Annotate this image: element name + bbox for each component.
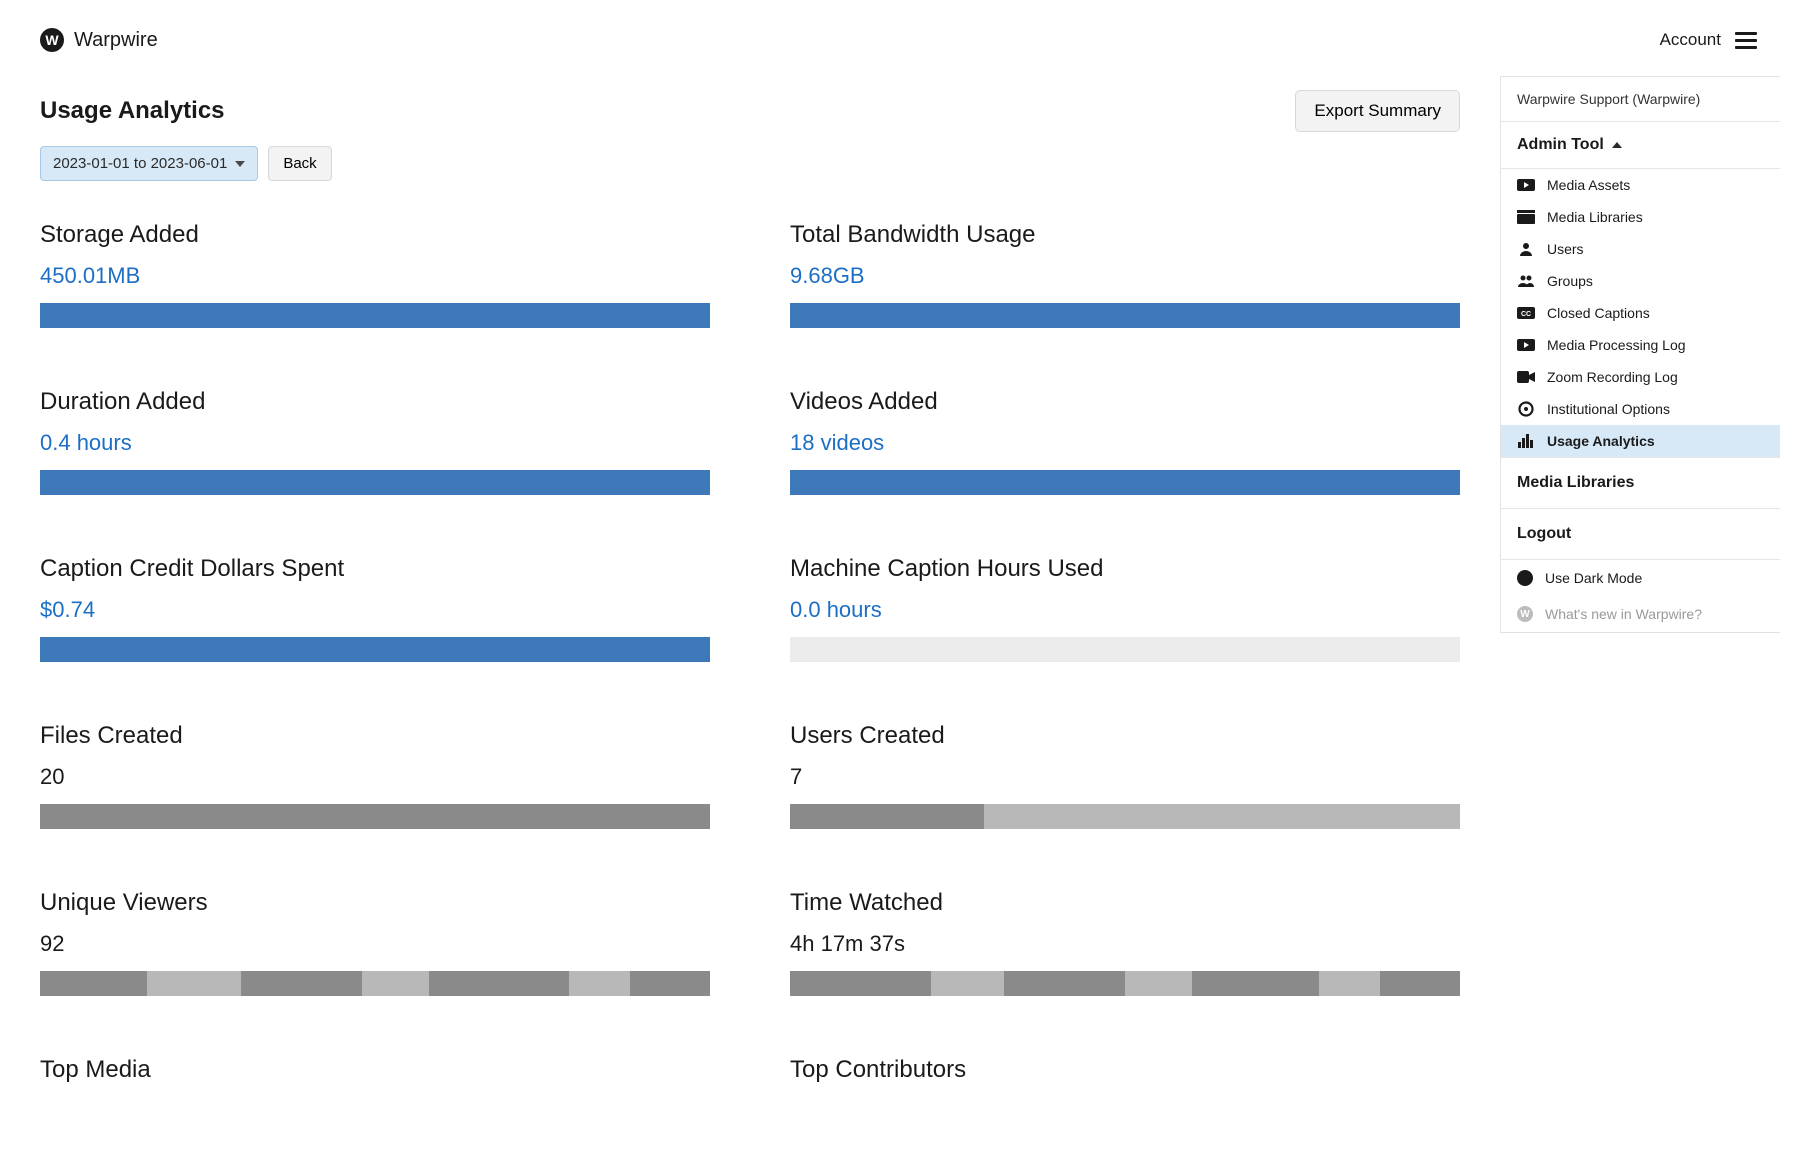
sidebar-item-label: Zoom Recording Log [1547,369,1678,385]
metric-card: Duration Added 0.4 hours [40,388,710,495]
metric-value[interactable]: 9.68GB [790,263,865,289]
cc-icon: CC [1517,306,1535,320]
metric-card: Caption Credit Dollars Spent $0.74 [40,555,710,662]
chevron-up-icon [1612,142,1622,148]
section-heading: Top Contributors [790,1056,1460,1084]
sidebar-dark-mode-label: Use Dark Mode [1545,570,1642,586]
svg-text:CC: CC [1521,311,1531,318]
back-button[interactable]: Back [268,146,331,181]
camera-icon [1517,370,1535,384]
metric-card: Unique Viewers 92 [40,889,710,996]
sidebar-logout-link[interactable]: Logout [1501,509,1780,560]
metric-bar [40,303,710,328]
metric-bar [40,470,710,495]
account-area: Account [1660,30,1757,50]
metric-bar [40,804,710,829]
metric-title: Time Watched [790,889,1460,917]
metric-card: Users Created 7 [790,722,1460,829]
play-rect-icon [1517,178,1535,192]
sidebar-whats-new-link[interactable]: W What's new in Warpwire? [1501,596,1780,632]
page-title: Usage Analytics [40,97,225,125]
metric-value[interactable]: 18 videos [790,430,884,456]
brand[interactable]: W Warpwire [40,28,158,52]
account-link[interactable]: Account [1660,30,1721,50]
metric-bar [40,971,710,996]
metric-value[interactable]: 0.4 hours [40,430,132,456]
metric-value[interactable]: $0.74 [40,597,95,623]
metric-value[interactable]: 0.0 hours [790,597,882,623]
sidebar-admin-tool-label: Admin Tool [1517,136,1604,154]
sidebar-item-label: Institutional Options [1547,401,1670,417]
metric-card: Total Bandwidth Usage 9.68GB [790,221,1460,328]
metric-bar [790,971,1460,996]
metric-value: 20 [40,764,710,790]
metric-value: 92 [40,931,710,957]
section-heading: Top Media [40,1056,710,1084]
metric-bar [790,804,1460,829]
date-range-dropdown[interactable]: 2023-01-01 to 2023-06-01 [40,146,258,181]
metric-title: Users Created [790,722,1460,750]
sidebar-user-line: Warpwire Support (Warpwire) [1501,77,1780,122]
logo-small-icon: W [1517,606,1533,622]
sidebar-item-label: Groups [1547,273,1593,289]
sidebar-item-label: Media Processing Log [1547,337,1686,353]
people-icon [1517,274,1535,288]
metric-card: Time Watched 4h 17m 37s [790,889,1460,996]
sidebar-item-groups[interactable]: Groups [1501,265,1780,297]
sidebar-item-zoom-recording-log[interactable]: Zoom Recording Log [1501,361,1780,393]
sidebar-item-label: Usage Analytics [1547,433,1655,449]
play-rect-icon [1517,338,1535,352]
metric-card: Files Created 20 [40,722,710,829]
metric-title: Videos Added [790,388,1460,416]
sidebar-item-media-assets[interactable]: Media Assets [1501,169,1780,201]
sidebar-dark-mode-toggle[interactable]: Use Dark Mode [1501,560,1780,596]
metric-value: 4h 17m 37s [790,931,1460,957]
brand-name: Warpwire [74,29,158,52]
stack-icon [1517,210,1535,224]
dark-mode-icon [1517,570,1533,586]
top-bar: W Warpwire Account [0,0,1797,70]
metric-title: Storage Added [40,221,710,249]
metric-title: Unique Viewers [40,889,710,917]
sidebar: Warpwire Support (Warpwire) Admin Tool M… [1500,76,1780,633]
metric-title: Caption Credit Dollars Spent [40,555,710,583]
sidebar-item-institutional-options[interactable]: Institutional Options [1501,393,1780,425]
metric-card: Videos Added 18 videos [790,388,1460,495]
metric-card: Storage Added 450.01MB [40,221,710,328]
sidebar-item-closed-captions[interactable]: CC Closed Captions [1501,297,1780,329]
metric-bar [790,303,1460,328]
person-icon [1517,242,1535,256]
export-summary-button[interactable]: Export Summary [1295,90,1460,132]
bars-icon [1517,434,1535,448]
metric-bar [790,470,1460,495]
gear-icon [1517,402,1535,416]
sidebar-item-media-libraries[interactable]: Media Libraries [1501,201,1780,233]
sidebar-item-media-processing-log[interactable]: Media Processing Log [1501,329,1780,361]
sidebar-item-label: Media Libraries [1547,209,1643,225]
metric-value[interactable]: 450.01MB [40,263,140,289]
sidebar-whats-new-label: What's new in Warpwire? [1545,606,1702,622]
main-content: Usage Analytics Export Summary 2023-01-0… [0,70,1500,1144]
sidebar-admin-tool-toggle[interactable]: Admin Tool [1501,122,1780,169]
metric-bar [790,637,1460,662]
metric-title: Duration Added [40,388,710,416]
chevron-down-icon [235,161,245,167]
metric-bar [40,637,710,662]
date-range-label: 2023-01-01 to 2023-06-01 [53,155,227,172]
metric-card: Machine Caption Hours Used 0.0 hours [790,555,1460,662]
metric-title: Total Bandwidth Usage [790,221,1460,249]
sidebar-item-label: Closed Captions [1547,305,1650,321]
metric-title: Files Created [40,722,710,750]
sidebar-media-libraries-link[interactable]: Media Libraries [1501,457,1780,509]
sidebar-item-usage-analytics[interactable]: Usage Analytics [1501,425,1780,457]
metric-value: 7 [790,764,1460,790]
sidebar-item-label: Users [1547,241,1584,257]
metric-title: Machine Caption Hours Used [790,555,1460,583]
brand-logo-icon: W [40,28,64,52]
sidebar-item-users[interactable]: Users [1501,233,1780,265]
sidebar-item-label: Media Assets [1547,177,1630,193]
menu-icon[interactable] [1735,32,1757,49]
